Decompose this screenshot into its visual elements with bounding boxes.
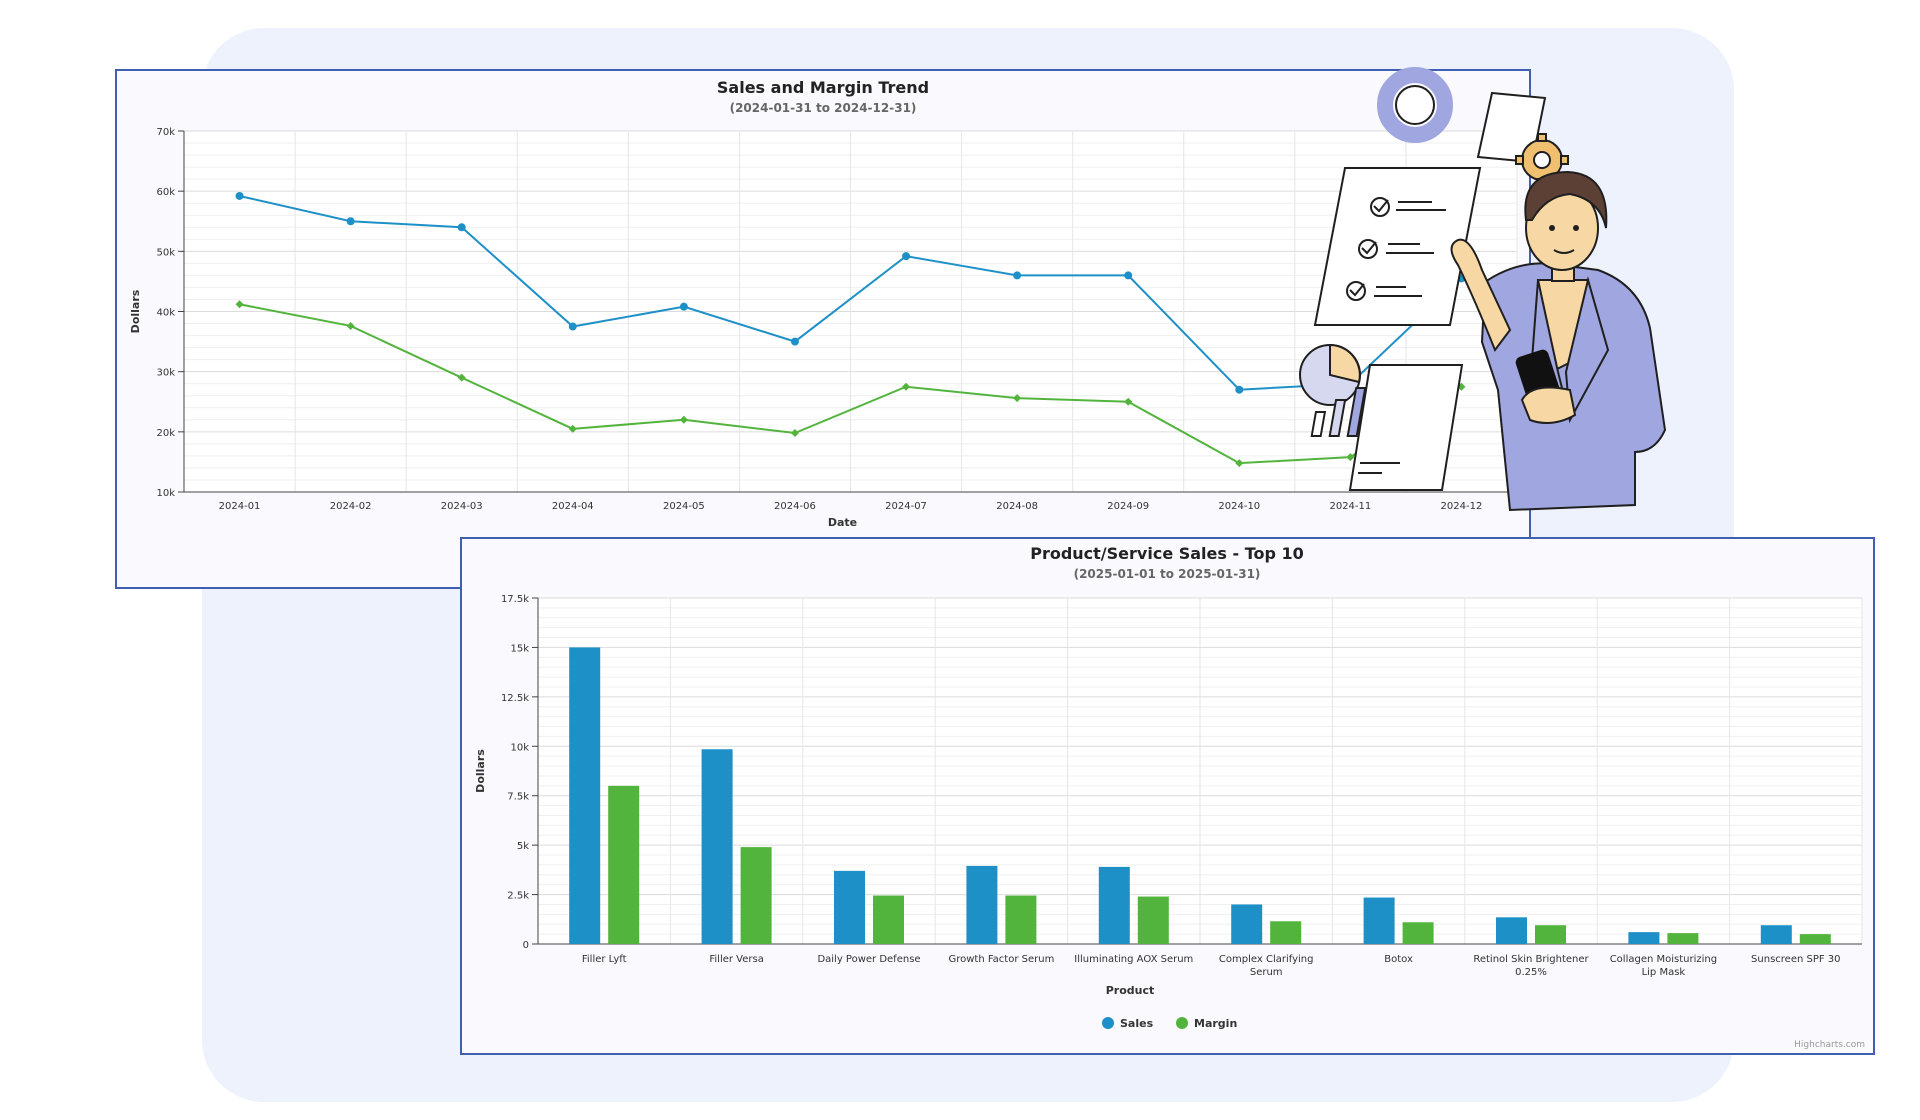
data-point	[1013, 271, 1022, 280]
y-tick-label: 50k	[156, 247, 175, 258]
x-tick-label: Serum	[1250, 967, 1283, 978]
bar-margin	[1270, 921, 1302, 944]
bar-sales	[1363, 897, 1395, 944]
bar-margin	[740, 847, 772, 944]
bar-margin	[1799, 934, 1831, 944]
y-tick-label: 40k	[156, 308, 175, 319]
data-point	[790, 337, 799, 346]
chart-title: Sales and Margin Trend	[717, 78, 929, 97]
legend-marker-sales	[1102, 1017, 1114, 1029]
pie-chart-icon	[1299, 343, 1361, 406]
y-tick-label: 70k	[156, 127, 175, 138]
bar-margin	[1005, 895, 1037, 944]
data-point	[1235, 385, 1244, 394]
person-figure	[1450, 170, 1667, 512]
top10-sales-chart: Product/Service Sales - Top 10 (2025-01-0…	[460, 537, 1875, 1055]
y-tick-label: 15k	[510, 643, 529, 654]
legend-label-sales: Sales	[1120, 1017, 1154, 1030]
bar-sales	[1628, 932, 1660, 944]
x-axis-title: Date	[828, 516, 857, 529]
y-axis-title: Dollars	[474, 749, 487, 793]
x-tick-label: 2024-04	[552, 501, 594, 512]
bar-sales	[569, 647, 601, 944]
bar-sales	[1098, 866, 1130, 944]
x-tick-label: Sunscreen SPF 30	[1751, 954, 1840, 965]
x-tick-label: Filler Lyft	[582, 954, 627, 965]
data-point	[235, 191, 244, 200]
bar-margin	[1402, 922, 1434, 944]
data-point	[568, 322, 577, 331]
x-tick-label: 2024-07	[885, 501, 927, 512]
data-point	[1124, 271, 1133, 280]
data-point	[902, 252, 911, 261]
chart-subtitle: (2025-01-01 to 2025-01-31)	[1074, 567, 1261, 581]
bar-sales	[1231, 904, 1263, 944]
x-tick-label: 2024-01	[219, 501, 261, 512]
x-tick-label: Complex Clarifying	[1219, 954, 1314, 965]
chart-title: Product/Service Sales - Top 10	[1030, 544, 1304, 563]
y-tick-label: 60k	[156, 187, 175, 198]
y-tick-label: 10k	[510, 742, 529, 753]
x-tick-label: Illuminating AOX Serum	[1074, 954, 1193, 965]
x-tick-label: Daily Power Defense	[817, 954, 920, 965]
donut-chart-icon	[1377, 67, 1453, 143]
x-tick-label: 2024-03	[441, 501, 483, 512]
x-tick-label: Retinol Skin Brightener	[1473, 954, 1589, 965]
chart-subtitle: (2024-01-31 to 2024-12-31)	[730, 101, 917, 115]
y-tick-label: 5k	[517, 841, 529, 852]
y-tick-label: 17.5k	[501, 594, 529, 605]
bar-sales	[966, 865, 998, 944]
y-tick-label: 20k	[156, 428, 175, 439]
y-axis-title: Dollars	[129, 289, 142, 333]
data-point	[457, 223, 466, 232]
y-tick-label: 30k	[156, 368, 175, 379]
x-tick-label: 2024-06	[774, 501, 816, 512]
bar-sales	[1496, 917, 1527, 944]
credits-label: Highcharts.com	[1794, 1040, 1865, 1050]
x-tick-label: 2024-05	[663, 501, 705, 512]
y-tick-label: 2.5k	[507, 891, 529, 902]
bar-chart-svg: Product/Service Sales - Top 10 (2025-01-0…	[474, 544, 1865, 1050]
x-tick-label: 2024-10	[1218, 501, 1260, 512]
y-tick-label: 0	[523, 940, 529, 951]
x-tick-label: Collagen Moisturizing	[1610, 954, 1717, 965]
x-tick-label: 2024-02	[330, 501, 372, 512]
bar-margin	[608, 785, 640, 944]
bar-margin	[1667, 933, 1699, 944]
x-tick-label: Botox	[1384, 954, 1413, 965]
x-tick-label: 2024-09	[1107, 501, 1149, 512]
bar-margin	[1137, 896, 1169, 944]
data-point	[346, 217, 355, 226]
bar-sales	[834, 870, 865, 944]
bar-sales	[1760, 925, 1792, 944]
x-axis-title: Product	[1106, 984, 1155, 997]
x-tick-label: Filler Versa	[709, 954, 763, 965]
person-with-reports-illustration	[1299, 67, 1667, 512]
legend-marker-margin	[1176, 1017, 1188, 1029]
y-tick-label: 10k	[156, 488, 175, 499]
x-tick-label: Growth Factor Serum	[948, 954, 1054, 965]
x-tick-label: 0.25%	[1515, 967, 1547, 978]
data-point	[679, 302, 688, 311]
legend-label-margin: Margin	[1194, 1017, 1237, 1030]
bar-margin	[873, 895, 904, 944]
bar-margin	[1535, 925, 1566, 944]
y-tick-label: 7.5k	[507, 792, 529, 803]
x-tick-label: Lip Mask	[1642, 967, 1686, 978]
x-tick-label: 2024-08	[996, 501, 1038, 512]
y-tick-label: 12.5k	[501, 693, 529, 704]
bar-sales	[701, 749, 733, 944]
document-gear-icon	[1476, 91, 1569, 187]
